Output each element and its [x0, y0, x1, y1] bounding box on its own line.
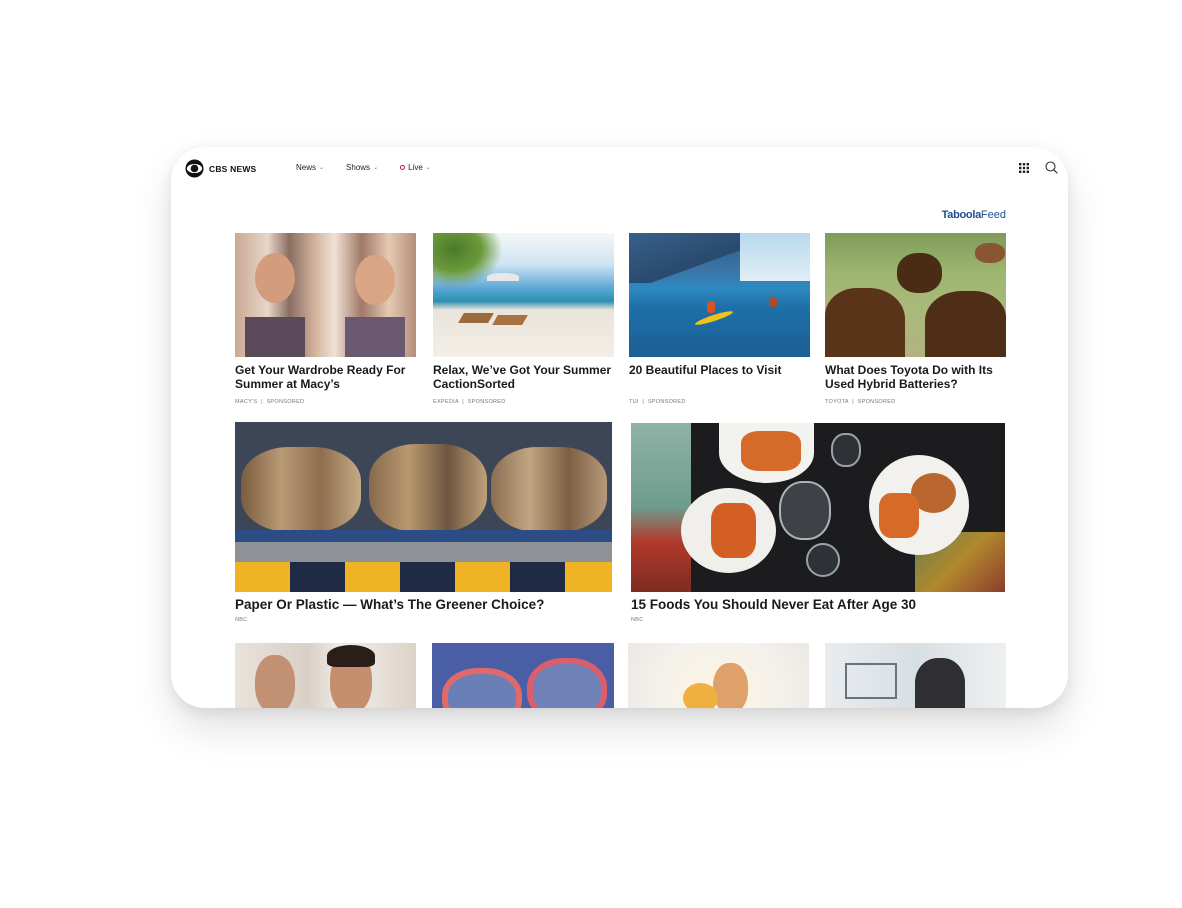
feed-card[interactable] [628, 643, 809, 708]
card-title[interactable]: Get Your Wardrobe Ready For Summer at Ma… [235, 363, 416, 391]
card-image [235, 422, 612, 592]
card-image [629, 233, 810, 357]
card-title[interactable]: 20 Beautiful Places to Visit [629, 363, 810, 377]
card-title[interactable]: Paper Or Plastic — What’s The Greener Ch… [235, 597, 612, 613]
feed-card[interactable] [235, 643, 416, 708]
taboola-brand: Taboola [941, 209, 982, 221]
card-title[interactable]: 15 Foods You Should Never Eat After Age … [631, 597, 1005, 613]
card-source: TOYOTA | SPONSORED [825, 399, 896, 405]
search-icon[interactable] [1045, 161, 1058, 174]
nav-shows[interactable]: Shows ⌄ [346, 163, 378, 172]
chevron-down-icon: ⌄ [425, 165, 431, 171]
nav-news[interactable]: News ⌄ [296, 163, 324, 172]
chevron-down-icon: ⌄ [373, 165, 379, 171]
apps-grid-icon[interactable] [1019, 162, 1029, 173]
card-image [235, 643, 416, 708]
card-image [432, 643, 614, 708]
card-source: NBC [235, 617, 248, 623]
taboola-feed-label[interactable]: TaboolaFeed [942, 209, 1006, 221]
chevron-down-icon: ⌄ [319, 165, 325, 171]
card-source: NBC [631, 617, 644, 623]
brand-name: CBS NEWS [209, 163, 257, 174]
card-image [825, 643, 1006, 708]
card-image [235, 233, 416, 357]
feed-card[interactable] [825, 643, 1006, 708]
nav-news-label: News [296, 163, 317, 172]
card-title[interactable]: What Does Toyota Do with Its Used Hybrid… [825, 363, 1006, 391]
top-nav: CBS NEWS News ⌄ Shows ⌄ Live ⌄ [171, 147, 1068, 191]
feed-card[interactable] [432, 643, 614, 708]
card-image [628, 643, 809, 708]
feed-card[interactable]: Get Your Wardrobe Ready For Summer at Ma… [235, 233, 416, 405]
nav-live[interactable]: Live ⌄ [400, 163, 431, 172]
device-frame: CBS NEWS News ⌄ Shows ⌄ Live ⌄ TaboolaFe… [171, 147, 1068, 708]
cbs-news-logo[interactable]: CBS NEWS [185, 159, 256, 178]
card-image [433, 233, 614, 357]
taboola-feed-word: Feed [980, 209, 1006, 221]
card-title[interactable]: Relax, We’ve Got Your Summer CactionSort… [433, 363, 614, 391]
feed-card[interactable]: 15 Foods You Should Never Eat After Age … [631, 423, 1005, 623]
card-source: TUI | SPONSORED [629, 399, 686, 405]
nav-live-label: Live [408, 163, 423, 172]
nav-shows-label: Shows [346, 163, 371, 172]
card-source: MACY'S | SPONSORED [235, 399, 305, 405]
card-image [825, 233, 1006, 357]
card-image [631, 423, 1005, 592]
cbs-eye-icon [185, 159, 204, 178]
feed-card[interactable]: What Does Toyota Do with Its Used Hybrid… [825, 233, 1006, 405]
card-source: EXPEDIA | SPONSORED [433, 399, 506, 405]
live-dot-icon [400, 165, 406, 170]
feed-card[interactable]: 20 Beautiful Places to Visit TUI | SPONS… [629, 233, 810, 405]
feed-card[interactable]: Relax, We’ve Got Your Summer CactionSort… [433, 233, 614, 405]
feed-card[interactable]: Paper Or Plastic — What’s The Greener Ch… [235, 422, 612, 623]
